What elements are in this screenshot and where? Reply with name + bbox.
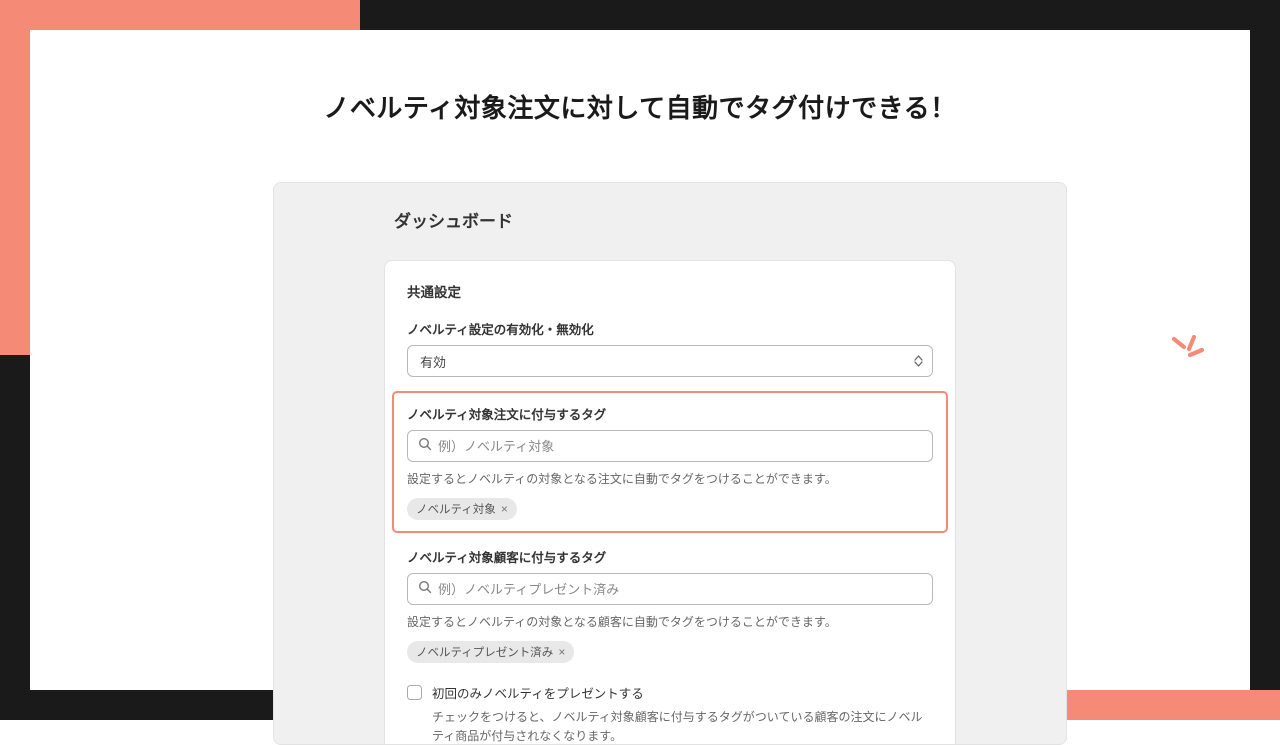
order-tag-input[interactable] [438,439,922,454]
order-tag-label: ノベルティ対象注文に付与するタグ [407,404,933,423]
search-icon [418,437,432,456]
remove-tag-icon[interactable]: × [501,502,508,516]
order-tag-input-wrapper[interactable] [407,430,933,462]
order-tag-help: 設定するとノベルティの対象となる注文に自動でタグをつけることができます。 [407,470,933,487]
customer-tag-label: ノベルティ対象顧客に付与するタグ [407,547,933,566]
order-tag-highlight: ノベルティ対象注文に付与するタグ 設定するとノベルティの対象となる注文に自動でタ… [392,391,948,533]
first-only-row: 初回のみノベルティをプレゼントする チェックをつけると、ノベルティ対象顧客に付与… [407,683,933,745]
first-only-help: チェックをつけると、ノベルティ対象顧客に付与するタグがついている顧客の注文にノベ… [432,708,933,745]
remove-tag-icon[interactable]: × [558,645,565,659]
customer-tag-section: ノベルティ対象顧客に付与するタグ 設定するとノベルティの対象となる顧客に自動でタ… [407,533,933,663]
customer-tag-input-wrapper[interactable] [407,573,933,605]
first-only-checkbox[interactable] [407,685,422,700]
enable-select[interactable]: 有効 [407,345,933,377]
customer-tag-chip-text: ノベルティプレゼント済み [416,644,553,660]
search-icon [418,580,432,599]
order-tag-chip: ノベルティ対象 × [407,498,517,520]
customer-tag-chip: ノベルティプレゼント済み × [407,641,574,663]
headline: ノベルティ対象注文に対して自動でタグ付けできる！ [30,88,1250,125]
first-only-label: 初回のみノベルティをプレゼントする [432,683,933,702]
select-stepper-icon [914,355,923,367]
enable-value: 有効 [420,352,446,371]
customer-tag-input[interactable] [438,582,922,597]
outer-frame: ノベルティ対象注文に対して自動でタグ付けできる！ ダッシュボード 共通設定 ノベ… [0,0,1280,720]
spark-accent-icon [1170,335,1206,367]
dashboard-card: ダッシュボード 共通設定 ノベルティ設定の有効化・無効化 有効 ノベルティ対象注… [273,182,1067,745]
section-title: 共通設定 [407,281,933,301]
order-tag-chip-text: ノベルティ対象 [416,501,496,517]
content-panel: ノベルティ対象注文に対して自動でタグ付けできる！ ダッシュボード 共通設定 ノベ… [30,30,1250,690]
enable-label: ノベルティ設定の有効化・無効化 [407,319,933,338]
dashboard-title: ダッシュボード [394,207,956,232]
settings-card: 共通設定 ノベルティ設定の有効化・無効化 有効 ノベルティ対象注文に付与するタグ [384,260,956,745]
customer-tag-help: 設定するとノベルティの対象となる顧客に自動でタグをつけることができます。 [407,613,933,630]
